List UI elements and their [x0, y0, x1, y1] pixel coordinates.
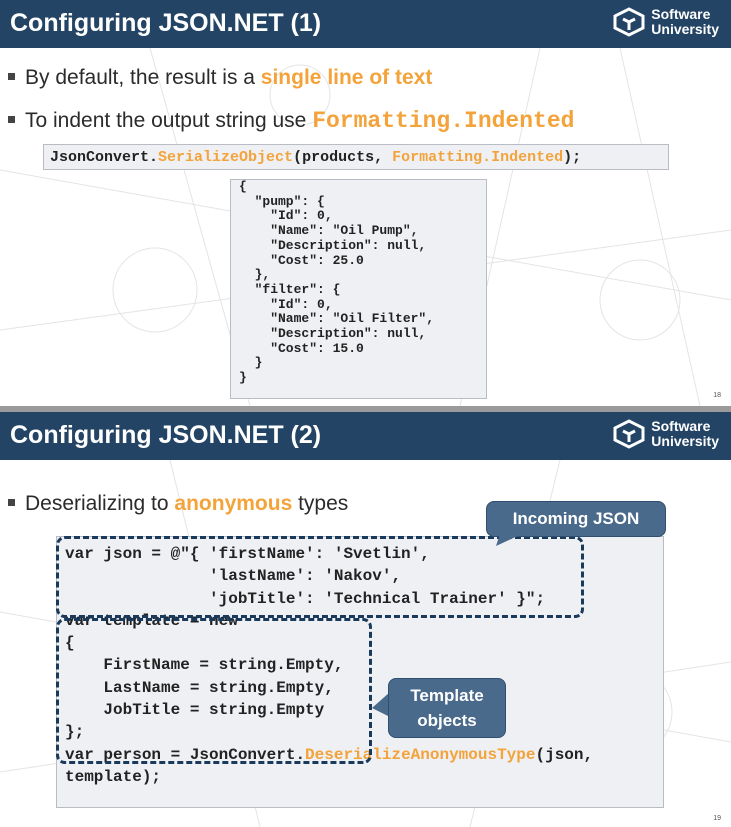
bullet-highlight: single line of text [260, 66, 433, 89]
code-method: SerializeObject [158, 149, 294, 166]
code-text: (products, [293, 149, 393, 166]
json-output-box: { "pump": { "Id": 0, "Name": "Oil Pump",… [230, 179, 487, 399]
bullet-default-result: By default, the result is a single line … [8, 66, 432, 90]
logo-icon [613, 7, 645, 37]
bullet-square-icon [8, 115, 15, 123]
bullet-highlight: Formatting.Indented [312, 108, 575, 134]
code-argument: Formatting.Indented [392, 149, 564, 166]
template-objects-callout: Template objects [388, 678, 506, 738]
code-text: ); [563, 149, 582, 166]
software-university-logo: Software University [612, 7, 719, 37]
bullet-text: To indent the output string use [25, 109, 313, 132]
code-text: JsonConvert. [50, 149, 159, 166]
page-number: 19 [713, 815, 721, 822]
title-bar: Configuring JSON.NET (1) Software Univer… [0, 0, 731, 48]
json-output: { "pump": { "Id": 0, "Name": "Oil Pump",… [239, 179, 435, 386]
slide-title: Configuring JSON.NET (1) [10, 9, 322, 37]
page-number: 18 [713, 392, 721, 399]
bullet-square-icon [8, 72, 15, 80]
callout-pointers [372, 534, 522, 717]
slide-1: Configuring JSON.NET (1) Software Univer… [0, 0, 731, 406]
bullet-indent-output: To indent the output string use Formatti… [8, 108, 574, 134]
logo-line-2: University [651, 21, 719, 37]
slide-2: Configuring JSON.NET (2) Software Univer… [0, 412, 731, 827]
bullet-text: By default, the result is a [25, 66, 261, 89]
logo-line-1: Software [651, 6, 711, 22]
serialize-code-snippet: JsonConvert.SerializeObject(products, Fo… [43, 144, 669, 170]
